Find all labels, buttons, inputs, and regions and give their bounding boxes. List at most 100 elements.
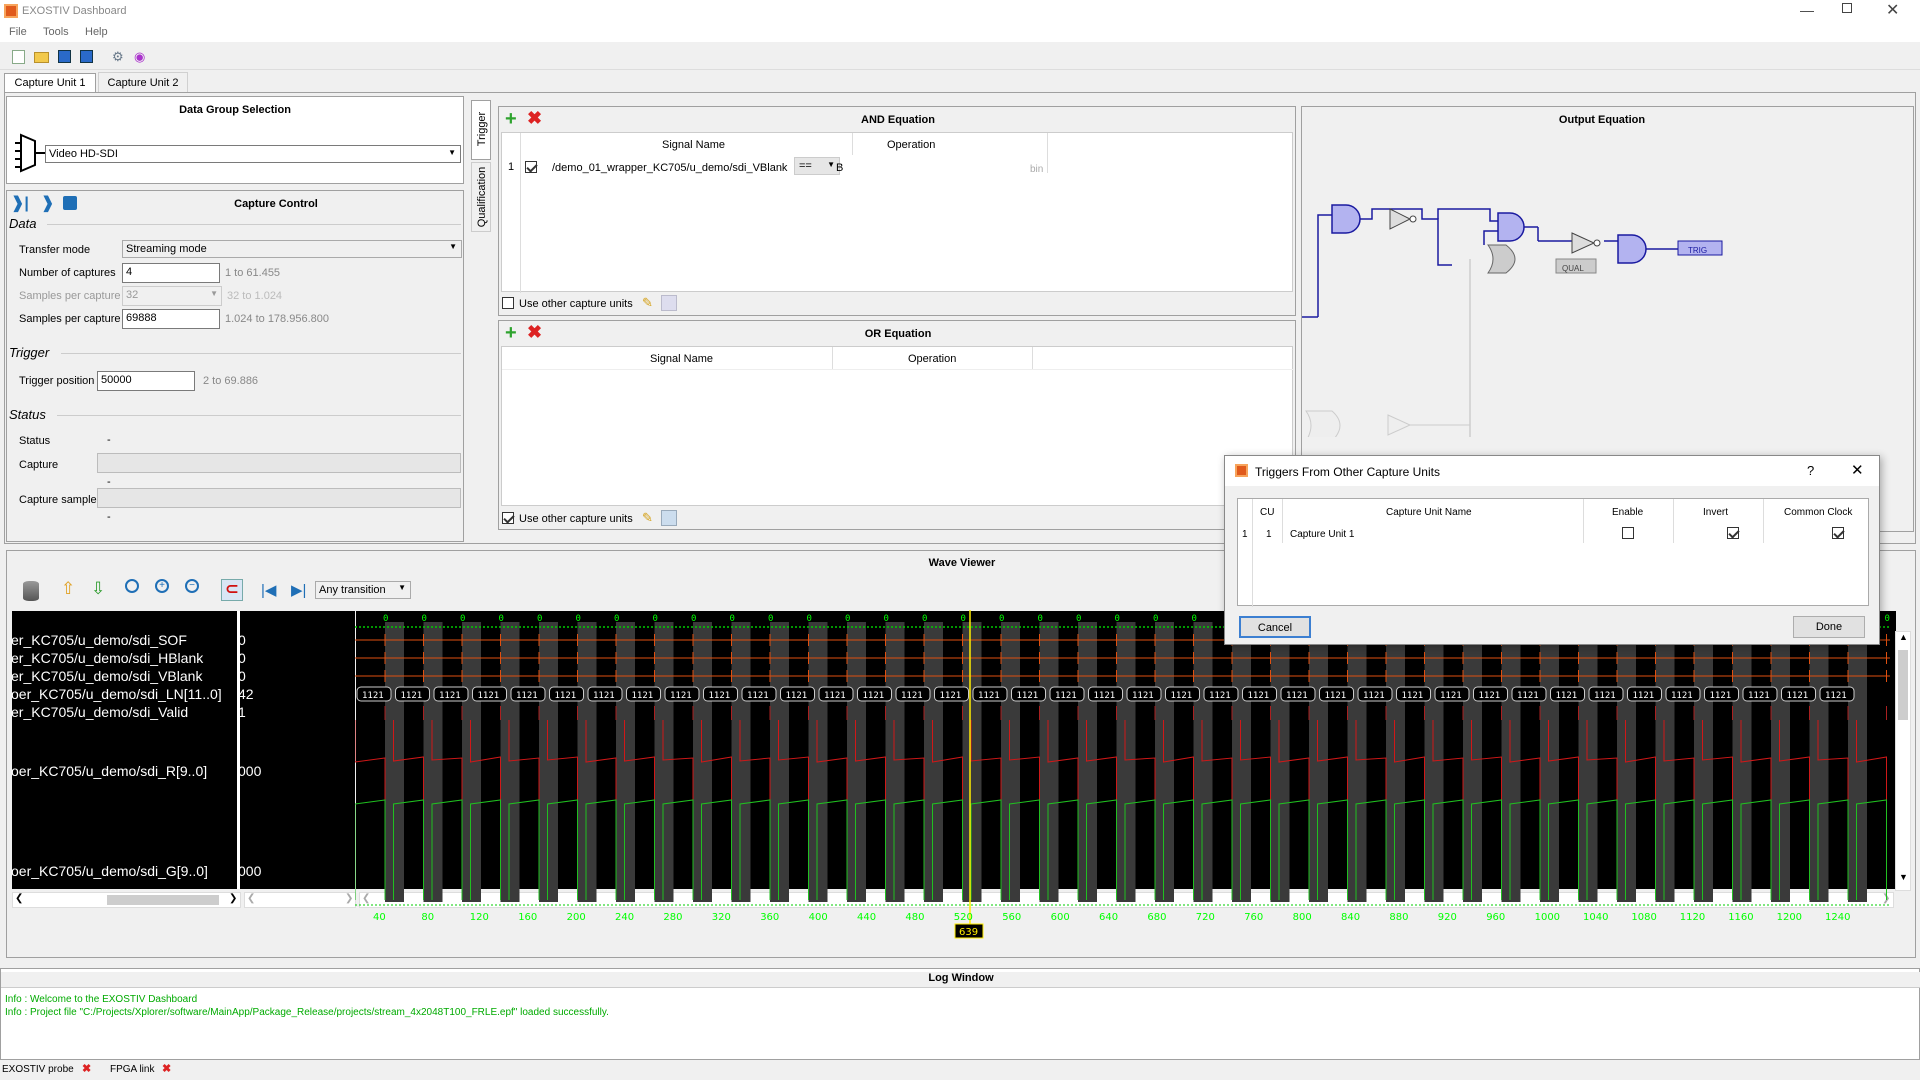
buffer-1	[1389, 208, 1412, 230]
operator-value: ==	[799, 160, 812, 172]
menu-help[interactable]: Help	[85, 26, 108, 38]
col-divider	[1673, 499, 1674, 543]
scroll-right-icon[interactable]: ❯	[229, 893, 237, 904]
prev-transition-icon[interactable]: |◀	[261, 581, 276, 599]
invert-checkbox[interactable]	[1727, 527, 1740, 539]
open-folder-icon[interactable]	[34, 52, 49, 63]
save-as-icon[interactable]	[80, 50, 93, 63]
ruler-marker: 0	[884, 614, 889, 624]
edit-pencil-icon[interactable]: ✎	[642, 295, 653, 311]
tab-trigger[interactable]: Trigger	[471, 100, 491, 160]
transition-select[interactable]: Any transition ▼	[315, 581, 411, 599]
scroll-down-icon[interactable]: ▼	[1899, 872, 1908, 882]
scroll-left-icon[interactable]: ❮	[15, 893, 23, 904]
menu-tools[interactable]: Tools	[43, 26, 69, 38]
bus-value: 1121	[1286, 691, 1308, 701]
col-operation: Operation	[908, 353, 957, 365]
capture-gap-band	[1540, 622, 1559, 902]
help-icon[interactable]: ?	[1807, 463, 1814, 478]
save-icon[interactable]	[58, 50, 71, 63]
bus-value: 1121	[1479, 691, 1501, 701]
done-button[interactable]: Done	[1793, 616, 1865, 638]
h-scrollbar-names[interactable]: ❮ ❯	[12, 892, 241, 908]
capture-control-panel: ❱| ❱ Capture Control Data Transfer mode …	[6, 190, 464, 542]
data-section-label: Data	[9, 216, 37, 231]
upload-icon[interactable]: ⇧	[61, 579, 75, 599]
search-icon[interactable]	[125, 579, 139, 593]
transfer-mode-label: Transfer mode	[19, 244, 91, 256]
capture-gap-band	[1655, 622, 1675, 902]
settings-icon[interactable]: ⚙	[112, 49, 124, 65]
col-operation: Operation	[887, 139, 936, 151]
h-scrollbar-values[interactable]: ❮ ❯	[244, 892, 356, 908]
link-icon[interactable]	[661, 295, 677, 311]
tick-label: 320	[712, 912, 731, 923]
tab-capture-unit-1[interactable]: Capture Unit 1	[4, 73, 96, 93]
database-icon[interactable]	[23, 581, 39, 601]
link-icon[interactable]	[661, 510, 677, 526]
signal-name-label[interactable]: er_KC705/u_demo/sdi_HBlank	[11, 650, 233, 666]
num-captures-input[interactable]: 4	[122, 263, 220, 283]
r-waveform	[355, 720, 386, 828]
next-transition-icon[interactable]: ▶|	[291, 581, 306, 599]
edit-pencil-icon[interactable]: ✎	[642, 510, 653, 526]
row-number: 1	[508, 161, 515, 173]
use-other-capture-units-checkbox[interactable]	[502, 512, 514, 524]
common-clock-checkbox[interactable]	[1832, 527, 1845, 539]
scroll-up-icon[interactable]: ▲	[1899, 632, 1908, 642]
chevron-down-icon: ▼	[398, 583, 406, 592]
probe-icon[interactable]: ◉	[134, 49, 145, 65]
header-divider	[1047, 133, 1048, 173]
tick-label: 40	[373, 912, 386, 923]
trigger-position-input[interactable]: 50000	[97, 371, 195, 391]
minimize-icon[interactable]: —	[1800, 2, 1814, 18]
new-file-icon[interactable]	[12, 50, 25, 64]
tick-label: 840	[1341, 912, 1360, 923]
bus-value: 1121	[478, 691, 500, 701]
tab-qualification[interactable]: Qualification	[471, 162, 491, 232]
compare-value[interactable]: B	[836, 162, 843, 174]
bus-value: 1121	[1710, 691, 1732, 701]
tick-label: 1200	[1777, 912, 1802, 923]
restore-icon[interactable]	[1842, 3, 1852, 13]
signal-value-label: 000	[238, 863, 262, 879]
signal-name-label[interactable]: oer_KC705/u_demo/sdi_LN[11..0]	[11, 686, 233, 702]
scroll-right-icon[interactable]: ❯	[345, 893, 353, 904]
zoom-in-icon[interactable]: +	[155, 579, 169, 593]
tick-label: 1000	[1535, 912, 1560, 923]
log-window-title: Log Window	[1, 972, 1920, 988]
enable-checkbox[interactable]	[1622, 527, 1634, 539]
spc2-input[interactable]: 69888	[122, 309, 220, 329]
tab-capture-unit-2[interactable]: Capture Unit 2	[98, 72, 188, 93]
download-icon[interactable]: ⇩	[91, 579, 105, 599]
close-icon[interactable]: ✕	[1851, 461, 1864, 479]
snap-icon[interactable]: ⊂	[221, 579, 243, 601]
operator-select[interactable]: == ▼	[794, 157, 840, 175]
signal-name-label[interactable]: er_KC705/u_demo/sdi_SOF	[11, 632, 233, 648]
spc2-label: Samples per capture	[19, 313, 121, 325]
signal-name-label[interactable]: oer_KC705/u_demo/sdi_R[9..0]	[11, 763, 233, 779]
ruler-marker: 0	[1038, 614, 1043, 624]
signal-name-label[interactable]: oer_KC705/u_demo/sdi_G[9..0]	[11, 863, 233, 879]
capture-gap-band	[847, 622, 866, 902]
scroll-thumb[interactable]	[1898, 650, 1908, 720]
signal-name-label[interactable]: er_KC705/u_demo/sdi_Valid	[11, 704, 233, 720]
scroll-left-icon[interactable]: ❮	[247, 893, 255, 904]
signal-enable-checkbox[interactable]	[525, 161, 537, 173]
scroll-thumb[interactable]	[107, 895, 219, 905]
waveform-display[interactable]: 0000000000000000000000000000000000000000…	[355, 610, 1895, 940]
data-group-select[interactable]: Video HD-SDI ▼	[45, 145, 461, 163]
menu-file[interactable]: File	[9, 26, 27, 38]
use-other-capture-units-checkbox[interactable]	[502, 297, 514, 309]
signal-name-label[interactable]: er_KC705/u_demo/sdi_VBlank	[11, 668, 233, 684]
header-divider	[852, 133, 853, 155]
or-equation-panel: + ✖ OR Equation Signal Name Operation Us…	[498, 320, 1296, 530]
signal-value-label: 0	[238, 650, 246, 666]
cancel-button[interactable]: Cancel	[1239, 616, 1311, 638]
v-scrollbar-waves[interactable]: ▲ ▼	[1895, 631, 1911, 891]
transfer-mode-select[interactable]: Streaming mode ▼	[122, 240, 462, 258]
bus-value: 1121	[709, 691, 731, 701]
signal-value-label: 000	[238, 763, 262, 779]
zoom-out-icon[interactable]: −	[185, 579, 199, 593]
close-window-icon[interactable]: ✕	[1886, 0, 1899, 20]
